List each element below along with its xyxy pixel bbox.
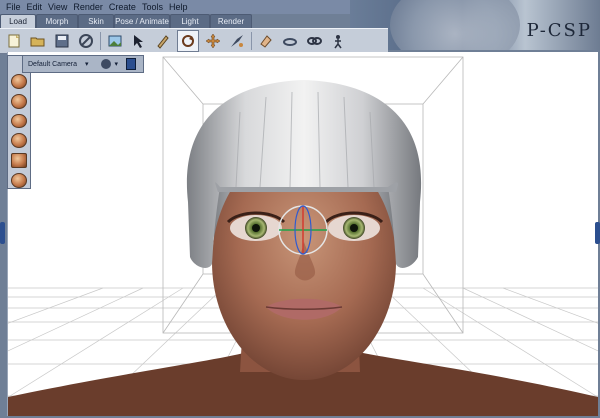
eraser-icon <box>260 35 272 48</box>
camera-scale-icon[interactable] <box>11 153 27 169</box>
tab-load[interactable]: Load <box>0 14 36 28</box>
toolbar-separator <box>100 32 101 50</box>
tab-load-label: Load <box>9 17 27 26</box>
display-mode-icon[interactable] <box>126 58 137 70</box>
save-button[interactable] <box>52 31 72 51</box>
eraser-tool-button[interactable] <box>256 31 276 51</box>
chevron-down-icon[interactable]: ▾ <box>85 60 89 68</box>
move-tool-button[interactable] <box>203 31 223 51</box>
rotation-gizmo[interactable] <box>278 205 328 255</box>
menu-render[interactable]: Render <box>73 0 103 14</box>
chain-icon <box>307 37 322 45</box>
camera-selector[interactable]: Default Camera <box>28 61 77 68</box>
camera-dolly-icon[interactable] <box>11 113 27 129</box>
camera-orbit-icon[interactable] <box>11 74 27 89</box>
pose-icon <box>334 35 342 49</box>
select-tool-button[interactable] <box>129 31 149 51</box>
camera-controls <box>7 55 31 189</box>
3d-viewport[interactable] <box>7 52 598 416</box>
tab-pose-animate[interactable]: Pose / Animate <box>114 14 170 28</box>
main-toolbar <box>0 28 388 54</box>
menu-view[interactable]: View <box>48 0 67 14</box>
chevron-down-icon[interactable]: ▾ <box>115 60 119 68</box>
workspace-tabs: Load Morph Skin Pose / Animate Light Ren… <box>0 14 252 28</box>
rotate-icon <box>182 35 194 47</box>
menu-edit[interactable]: Edit <box>27 0 43 14</box>
pose-tool-button[interactable] <box>328 31 348 51</box>
camera-selector-bar: Default Camera ▾ ▾ <box>22 55 144 73</box>
tab-render[interactable]: Render <box>210 14 252 28</box>
scale-tool-button[interactable] <box>227 31 247 51</box>
orbit-tool-button[interactable] <box>280 31 300 51</box>
new-file-icon <box>8 34 20 48</box>
camera-pan-icon[interactable] <box>11 93 27 109</box>
scene-render <box>8 56 598 416</box>
chain-tool-button[interactable] <box>304 31 324 51</box>
brand-face-image <box>390 0 520 50</box>
tab-morph-label: Morph <box>45 17 69 26</box>
save-icon <box>55 34 69 48</box>
brand-logo-text: P-CSP <box>526 20 592 41</box>
cancel-icon <box>79 34 93 48</box>
menu-tools[interactable]: Tools <box>142 0 163 14</box>
cancel-button[interactable] <box>76 31 96 51</box>
tab-skin[interactable]: Skin <box>78 14 114 28</box>
left-panel-handle[interactable] <box>0 222 5 244</box>
tab-render-label: Render <box>217 17 245 26</box>
render-style-icon[interactable] <box>100 59 111 69</box>
pen-icon <box>157 35 169 49</box>
orbit-icon <box>283 38 297 46</box>
right-panel-handle[interactable] <box>595 222 600 244</box>
import-image-button[interactable] <box>105 31 125 51</box>
import-image-icon <box>108 35 122 47</box>
menu-help[interactable]: Help <box>169 0 188 14</box>
new-file-button[interactable] <box>4 31 24 51</box>
select-arrow-icon <box>134 35 143 48</box>
camera-focus-icon[interactable] <box>11 173 27 188</box>
rotate-tool-button[interactable] <box>177 30 199 52</box>
tab-light-label: Light <box>181 17 199 26</box>
tab-pose-animate-label: Pose / Animate <box>115 17 169 26</box>
tab-morph[interactable]: Morph <box>36 14 78 28</box>
open-folder-icon <box>30 37 45 47</box>
tab-light[interactable]: Light <box>170 14 210 28</box>
menu-file[interactable]: File <box>6 0 21 14</box>
open-button[interactable] <box>28 31 48 51</box>
tab-skin-label: Skin <box>88 17 104 26</box>
menu-create[interactable]: Create <box>109 0 136 14</box>
camera-rotate-icon[interactable] <box>11 133 27 149</box>
toolbar-separator <box>251 32 252 50</box>
move-icon <box>205 33 221 49</box>
scale-icon <box>231 35 243 47</box>
pen-tool-button[interactable] <box>153 31 173 51</box>
